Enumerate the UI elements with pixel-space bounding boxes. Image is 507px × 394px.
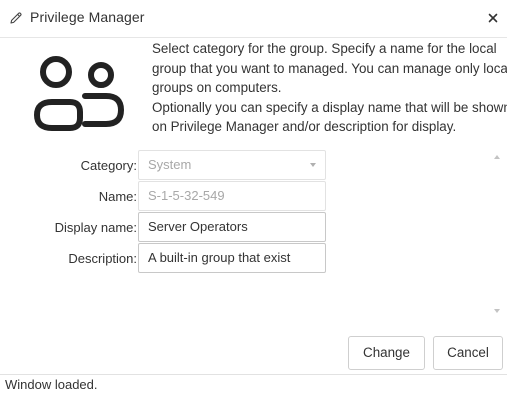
title-bar: Privilege Manager [0, 0, 507, 38]
display-name-field[interactable]: Server Operators [138, 212, 326, 242]
status-text: Window loaded. [5, 377, 98, 392]
display-name-row: Display name: Server Operators [0, 212, 480, 242]
pencil-icon [10, 12, 22, 24]
category-row: Category: System [0, 150, 480, 180]
scroll-up-icon[interactable] [494, 155, 500, 159]
scroll-down-icon[interactable] [494, 309, 500, 313]
category-label: Category: [80, 158, 137, 173]
category-value: System [148, 157, 192, 172]
name-field[interactable]: S-1-5-32-549 [138, 181, 326, 211]
description-row: Description: A built-in group that exist [0, 243, 480, 273]
name-label: Name: [98, 189, 137, 204]
description-field[interactable]: A built-in group that exist [138, 243, 326, 273]
window-title: Privilege Manager [30, 9, 145, 25]
user-group-icon [34, 56, 125, 131]
instruction-paragraph-1: Select category for the group. Specify a… [152, 41, 507, 95]
group-form: Category: System Name: S-1-5-32-549 Disp… [0, 148, 507, 326]
form-scrollbar[interactable] [490, 150, 504, 320]
close-icon[interactable] [486, 11, 500, 25]
change-button[interactable]: Change [348, 336, 425, 370]
instruction-paragraph-2: Optionally you can specify a display nam… [152, 99, 507, 135]
privilege-manager-window: Privilege Manager Select category for th… [0, 0, 507, 394]
category-select[interactable]: System [138, 150, 326, 180]
description-label: Description: [68, 251, 137, 266]
name-row: Name: S-1-5-32-549 [0, 181, 480, 211]
chevron-down-icon [310, 163, 316, 167]
cancel-button[interactable]: Cancel [433, 336, 503, 370]
instruction-text: Select category for the group. Specify a… [152, 39, 507, 148]
status-bar: Window loaded. [0, 374, 507, 394]
display-name-label: Display name: [54, 220, 137, 235]
